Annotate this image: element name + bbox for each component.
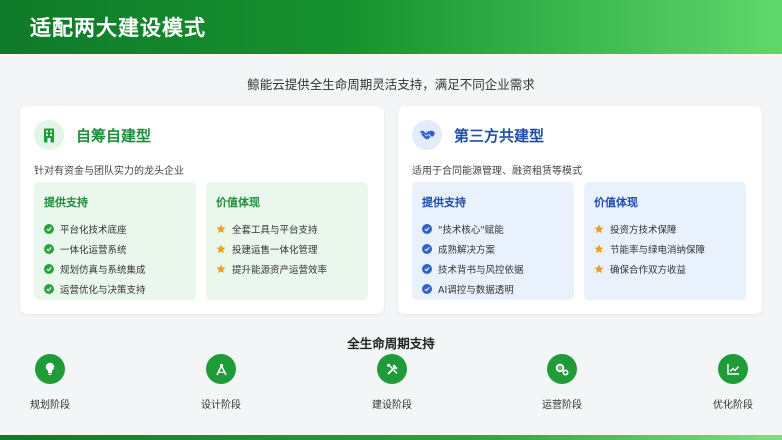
list-item: 一体化运营系统 [44,239,186,259]
list-item: 提升能源资产运营效率 [216,259,358,279]
bottom-accent-bar [0,435,782,440]
check-circle-icon [422,244,432,254]
list-item: 平台化技术底座 [44,219,186,239]
panel-title: 提供支持 [44,196,88,209]
list-item: 运营优化与决策支持 [44,279,186,299]
card-title: 自筹自建型 [76,126,152,145]
stage-planning: 规划阶段 [10,354,90,411]
stage-label: 规划阶段 [30,400,70,411]
stage-design: 设计阶段 [181,354,261,411]
list-item: 投建运售一体化管理 [216,239,358,259]
lightbulb-icon [35,354,65,384]
list-item: 确保合作双方收益 [594,259,736,279]
stage-label: 优化阶段 [713,400,753,411]
support-list: 平台化技术底座 一体化运营系统 规划仿真与系统集成 运营优化与决策支持 [44,219,186,299]
stage-label: 运营阶段 [542,400,582,411]
star-icon [216,224,226,234]
support-panel: 提供支持 "技术核心"赋能 成熟解决方案 技术背书与风控依据 AI调控与数据透明 [412,182,574,300]
star-icon [594,264,604,274]
list-item: "技术核心"赋能 [422,219,564,239]
support-panel: 提供支持 平台化技术底座 一体化运营系统 规划仿真与系统集成 运营优化与决策支持 [34,182,196,300]
star-icon [216,244,226,254]
value-panel: 价值体现 全套工具与平台支持 投建运售一体化管理 提升能源资产运营效率 [206,182,368,300]
list-item: 成熟解决方案 [422,239,564,259]
support-list: "技术核心"赋能 成熟解决方案 技术背书与风控依据 AI调控与数据透明 [422,219,564,299]
compass-icon [206,354,236,384]
stage-label: 设计阶段 [201,400,241,411]
list-item: 技术背书与风控依据 [422,259,564,279]
card-header: 第三方共建型 [412,120,544,150]
panel-title: 价值体现 [216,196,260,209]
check-circle-icon [44,224,54,234]
value-list: 全套工具与平台支持 投建运售一体化管理 提升能源资产运营效率 [216,219,358,279]
building-icon [34,120,64,150]
list-item: 规划仿真与系统集成 [44,259,186,279]
list-item: 节能率与绿电消纳保障 [594,239,736,259]
card-header: 自筹自建型 [34,120,151,150]
card-title: 第三方共建型 [454,126,545,145]
check-circle-icon [44,244,54,254]
card-description: 适用于合同能源管理、融资租赁等模式 [412,166,582,177]
gears-icon [547,354,577,384]
star-icon [216,264,226,274]
value-list: 投资方技术保障 节能率与绿电消纳保障 确保合作双方收益 [594,219,736,279]
handshake-icon [412,120,442,150]
lifecycle-title: 全生命周期支持 [347,336,435,351]
header-banner: 适配两大建设模式 [0,0,782,54]
page-subtitle: 鲸能云提供全生命周期灵活支持，满足不同企业需求 [247,77,535,92]
list-item: 全套工具与平台支持 [216,219,358,239]
page-title: 适配两大建设模式 [30,16,206,40]
value-panel: 价值体现 投资方技术保障 节能率与绿电消纳保障 确保合作双方收益 [584,182,746,300]
check-circle-icon [422,224,432,234]
check-circle-icon [44,264,54,274]
tools-icon [377,354,407,384]
check-circle-icon [422,284,432,294]
stage-optimization: 优化阶段 [693,354,773,411]
stage-label: 建设阶段 [372,400,412,411]
chart-line-icon [718,354,748,384]
list-item: AI调控与数据透明 [422,279,564,299]
star-icon [594,224,604,234]
stage-operation: 运营阶段 [522,354,602,411]
stage-construction: 建设阶段 [352,354,432,411]
panel-title: 价值体现 [594,196,638,209]
panel-title: 提供支持 [422,196,466,209]
check-circle-icon [44,284,54,294]
card-third-party: 第三方共建型 适用于合同能源管理、融资租赁等模式 提供支持 "技术核心"赋能 成… [398,106,762,314]
card-self-build: 自筹自建型 针对有资金与团队实力的龙头企业 提供支持 平台化技术底座 一体化运营… [20,106,384,314]
check-circle-icon [422,264,432,274]
card-description: 针对有资金与团队实力的龙头企业 [34,166,184,177]
list-item: 投资方技术保障 [594,219,736,239]
star-icon [594,244,604,254]
